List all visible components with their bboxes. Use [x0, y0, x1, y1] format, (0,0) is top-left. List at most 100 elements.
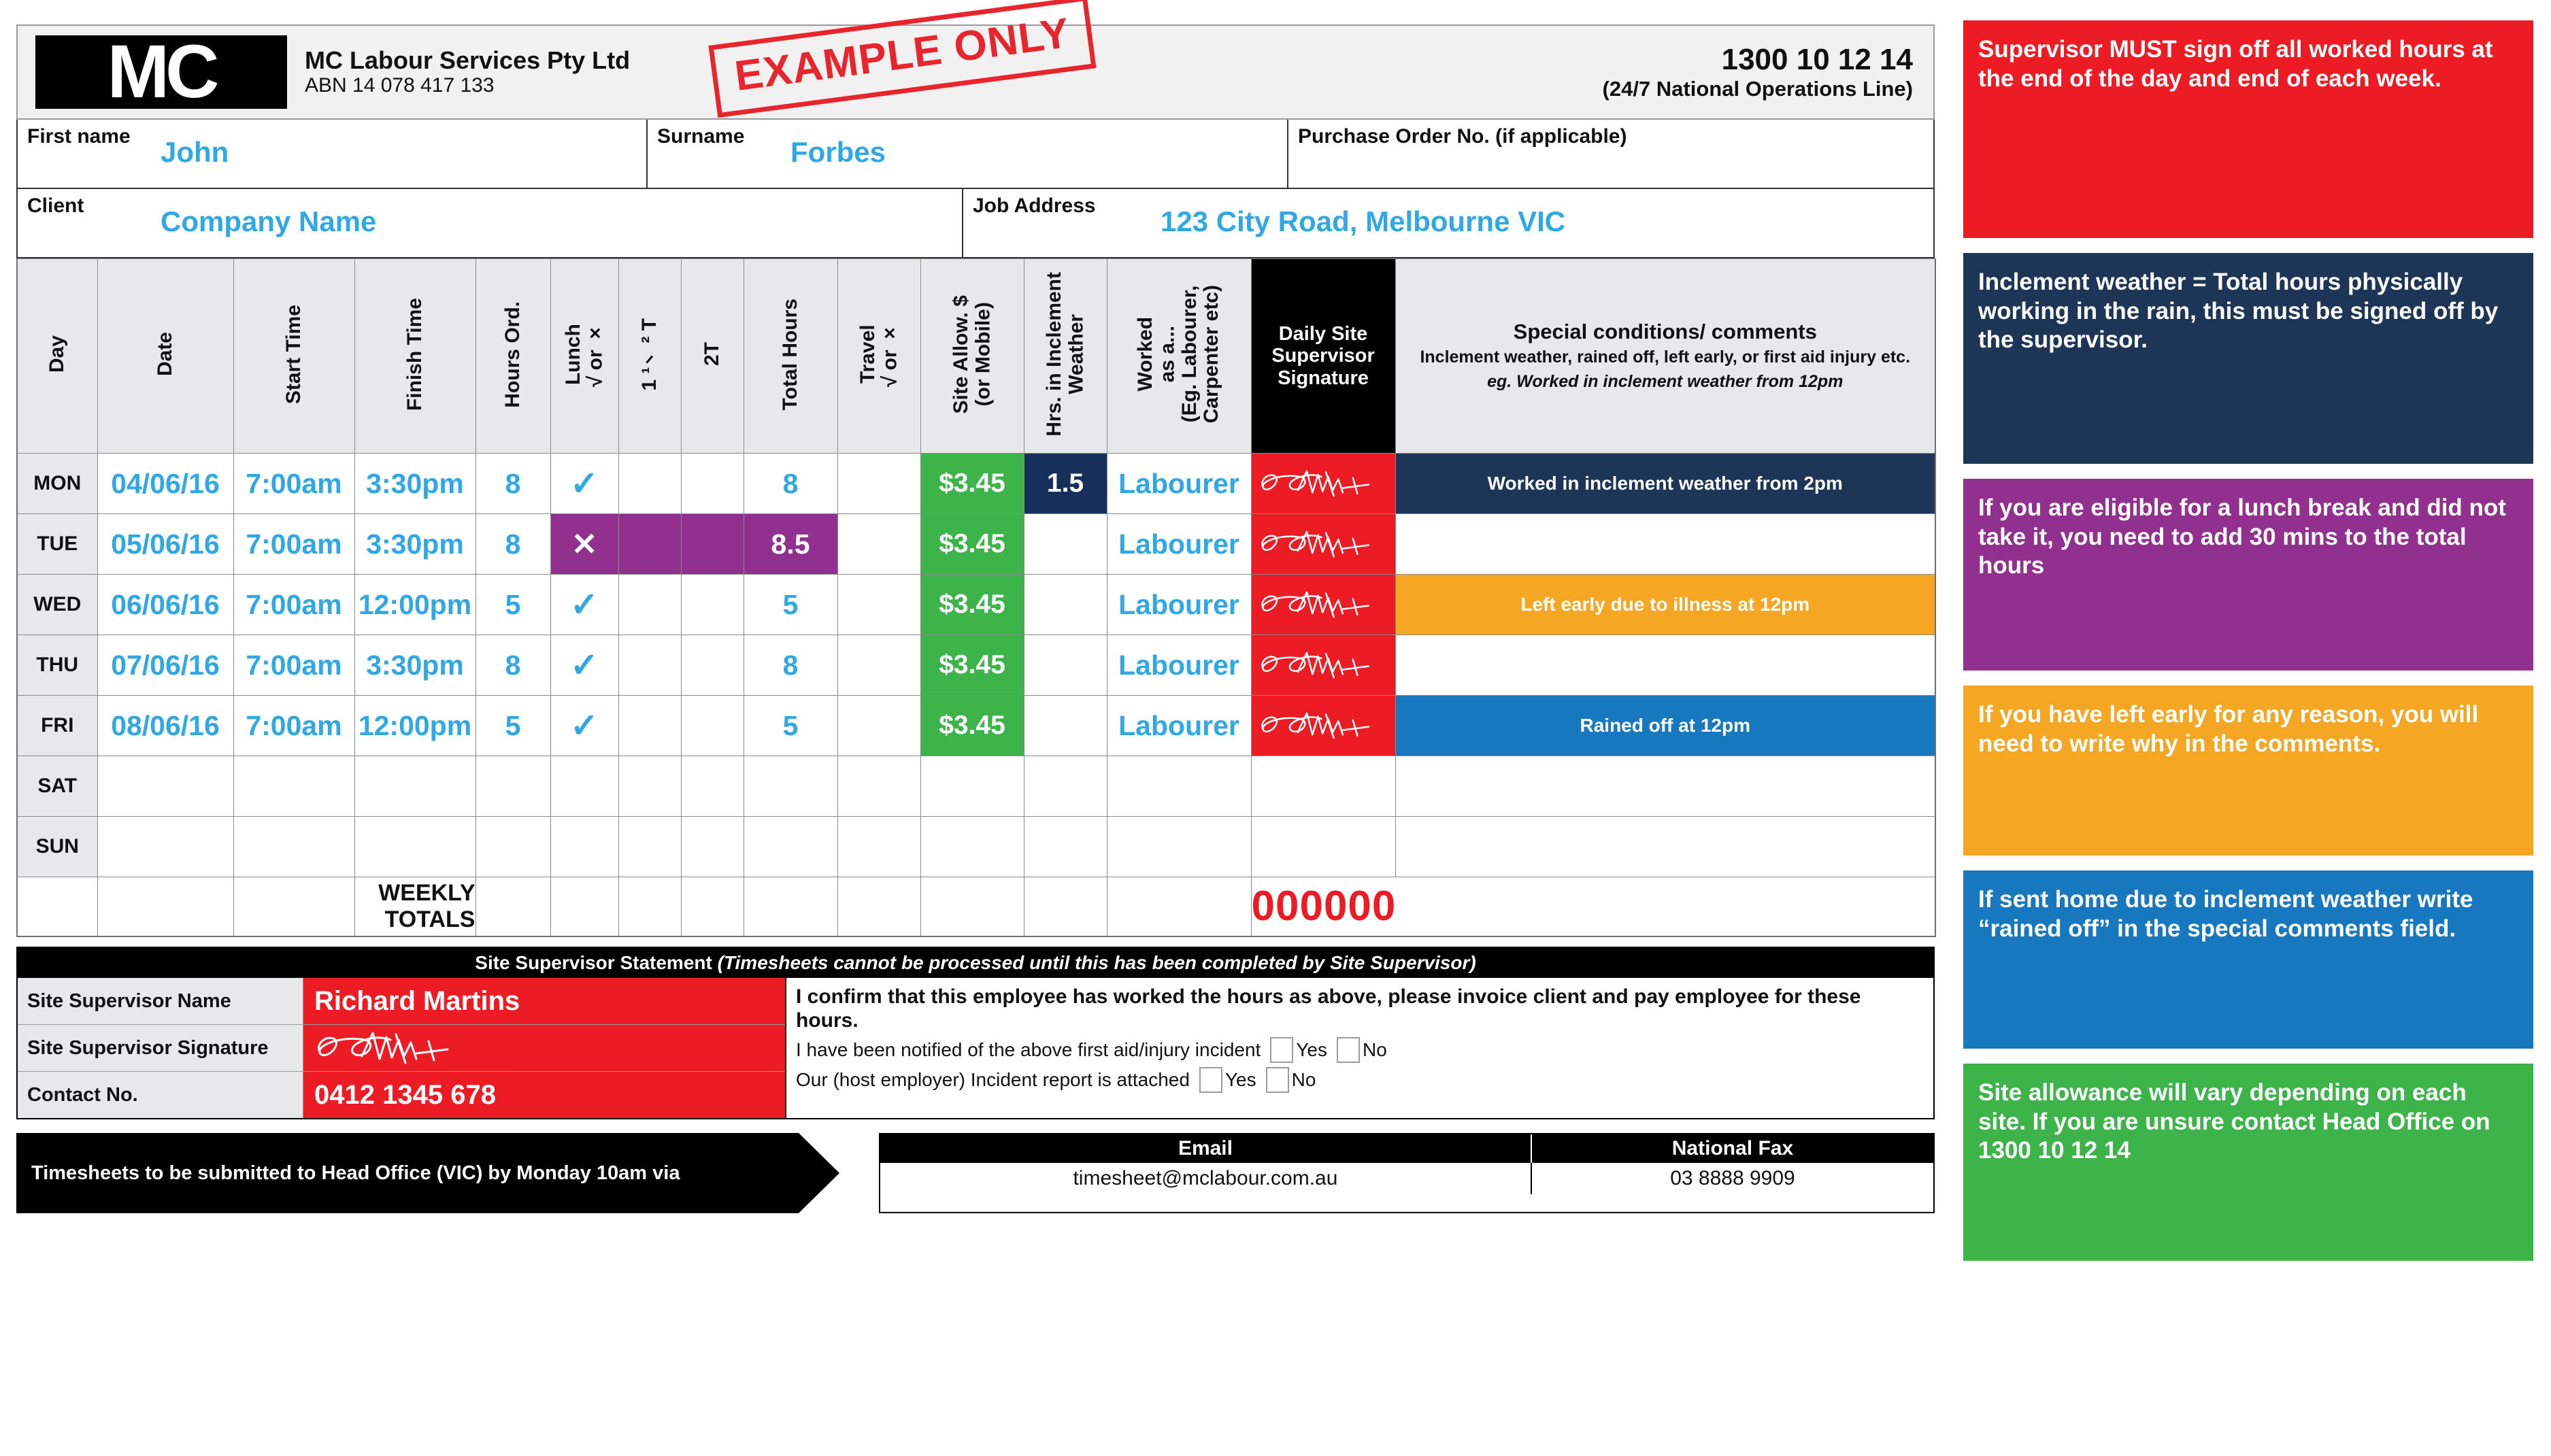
weekly-totals-code-box[interactable]: 000000	[1250, 877, 1936, 936]
table-cell-time-and-half[interactable]	[618, 756, 682, 817]
table-cell-finish-time[interactable]	[354, 816, 476, 877]
table-cell-time-and-half[interactable]	[618, 634, 682, 696]
table-cell-total-hours[interactable]	[743, 756, 838, 817]
table-cell-supervisor-signature[interactable]	[1250, 695, 1396, 756]
table-cell-start-time[interactable]: 7:00am	[233, 453, 355, 514]
table-cell-double-time[interactable]	[680, 574, 744, 635]
table-cell-double-time[interactable]	[680, 816, 744, 877]
table-cell-start-time[interactable]	[233, 816, 355, 877]
table-cell-total-hours[interactable]: 5	[743, 574, 838, 635]
table-cell-site-allowance[interactable]: $3.45	[920, 574, 1024, 635]
table-cell-double-time[interactable]	[680, 695, 744, 756]
supervisor-signature-value[interactable]	[303, 1025, 785, 1071]
table-cell-lunch[interactable]	[550, 756, 619, 817]
table-cell-comment[interactable]: Worked in inclement weather from 2pm	[1395, 453, 1936, 514]
purchase-order-field[interactable]: Purchase Order No. (if applicable)	[1288, 120, 1933, 188]
table-cell-travel[interactable]	[837, 756, 921, 817]
table-cell-date[interactable]	[97, 816, 234, 877]
table-cell-comment[interactable]	[1395, 513, 1936, 575]
table-cell-hours-ord[interactable]: 8	[475, 513, 551, 575]
table-cell-site-allowance[interactable]: $3.45	[920, 453, 1024, 514]
table-cell-travel[interactable]	[837, 634, 921, 696]
table-cell-hours-ord[interactable]	[475, 756, 551, 817]
email-value[interactable]: timesheet@mclabour.com.au	[880, 1163, 1532, 1194]
table-cell-supervisor-signature[interactable]	[1250, 756, 1396, 817]
table-cell-finish-time[interactable]: 12:00pm	[354, 574, 476, 635]
table-cell-time-and-half[interactable]	[618, 695, 682, 756]
table-cell-start-time[interactable]: 7:00am	[233, 634, 355, 696]
incident-report-no-checkbox[interactable]	[1265, 1066, 1289, 1093]
table-cell-total-hours[interactable]: 5	[743, 695, 838, 756]
table-cell-supervisor-signature[interactable]	[1250, 574, 1396, 635]
table-cell-total-hours[interactable]	[743, 816, 838, 877]
table-cell-total-hours[interactable]: 8	[743, 453, 838, 514]
table-cell-time-and-half[interactable]	[618, 816, 682, 877]
table-cell-comment[interactable]: Rained off at 12pm	[1395, 695, 1936, 756]
table-cell-start-time[interactable]: 7:00am	[233, 695, 355, 756]
table-cell-inclement-hours[interactable]	[1023, 816, 1107, 877]
table-cell-hours-ord[interactable]: 5	[475, 695, 551, 756]
table-cell-supervisor-signature[interactable]	[1250, 513, 1396, 575]
table-cell-hours-ord[interactable]: 5	[475, 574, 551, 635]
table-cell-travel[interactable]	[837, 816, 921, 877]
table-cell-date[interactable]: 06/06/16	[97, 574, 234, 635]
table-cell-lunch[interactable]: ✕	[550, 513, 619, 575]
table-cell-inclement-hours[interactable]	[1023, 513, 1107, 575]
table-cell-hours-ord[interactable]: 8	[475, 634, 551, 696]
table-cell-start-time[interactable]: 7:00am	[233, 574, 355, 635]
table-cell-start-time[interactable]	[233, 756, 355, 817]
table-cell-travel[interactable]	[837, 695, 921, 756]
table-cell-comment[interactable]	[1395, 816, 1936, 877]
table-cell-finish-time[interactable]: 3:30pm	[354, 513, 476, 575]
table-cell-total-hours[interactable]: 8.5	[743, 513, 838, 575]
table-cell-supervisor-signature[interactable]	[1250, 453, 1396, 514]
table-cell-inclement-hours[interactable]: 1.5	[1023, 453, 1107, 514]
table-cell-inclement-hours[interactable]	[1023, 574, 1107, 635]
table-cell-time-and-half[interactable]	[618, 453, 682, 514]
table-cell-supervisor-signature[interactable]	[1250, 634, 1396, 696]
table-cell-worked-as[interactable]: Labourer	[1106, 453, 1252, 514]
table-cell-double-time[interactable]	[680, 634, 744, 696]
table-cell-double-time[interactable]	[680, 513, 744, 575]
totals-t2-cell[interactable]	[680, 877, 744, 936]
supervisor-name-value[interactable]: Richard Martins	[303, 978, 785, 1024]
table-cell-site-allowance[interactable]: $3.45	[920, 634, 1024, 696]
table-cell-start-time[interactable]: 7:00am	[233, 513, 355, 575]
table-cell-date[interactable]: 07/06/16	[97, 634, 234, 696]
table-cell-date[interactable]	[97, 756, 234, 817]
table-cell-lunch[interactable]	[550, 816, 619, 877]
totals-site-allow-cell[interactable]	[920, 877, 1024, 936]
table-cell-travel[interactable]	[837, 513, 921, 575]
table-cell-total-hours[interactable]: 8	[743, 634, 838, 696]
table-cell-date[interactable]: 04/06/16	[97, 453, 234, 514]
table-cell-lunch[interactable]: ✓	[550, 634, 619, 696]
table-cell-inclement-hours[interactable]	[1023, 756, 1107, 817]
table-cell-comment[interactable]	[1395, 756, 1936, 817]
table-cell-site-allowance[interactable]	[920, 756, 1024, 817]
client-field[interactable]: Client Company Name	[18, 189, 963, 257]
table-cell-lunch[interactable]: ✓	[550, 574, 619, 635]
table-cell-finish-time[interactable]	[354, 756, 476, 817]
table-cell-comment[interactable]: Left early due to illness at 12pm	[1395, 574, 1936, 635]
first-name-field[interactable]: First name John	[18, 120, 648, 188]
table-cell-worked-as[interactable]: Labourer	[1106, 513, 1252, 575]
table-cell-site-allowance[interactable]	[920, 816, 1024, 877]
table-cell-inclement-hours[interactable]	[1023, 634, 1107, 696]
table-cell-lunch[interactable]: ✓	[550, 695, 619, 756]
table-cell-site-allowance[interactable]: $3.45	[920, 695, 1024, 756]
table-cell-double-time[interactable]	[680, 756, 744, 817]
table-cell-finish-time[interactable]: 12:00pm	[354, 695, 476, 756]
table-cell-double-time[interactable]	[680, 453, 744, 514]
table-cell-date[interactable]: 08/06/16	[97, 695, 234, 756]
incident-report-yes-checkbox[interactable]	[1199, 1066, 1222, 1093]
totals-hours-ord-cell[interactable]	[475, 877, 551, 936]
table-cell-worked-as[interactable]: Labourer	[1106, 695, 1252, 756]
table-cell-comment[interactable]	[1395, 634, 1936, 696]
supervisor-contact-value[interactable]: 0412 1345 678	[303, 1072, 785, 1118]
table-cell-finish-time[interactable]: 3:30pm	[354, 453, 476, 514]
table-cell-time-and-half[interactable]	[618, 574, 682, 635]
totals-lunch-cell[interactable]	[550, 877, 619, 936]
table-cell-travel[interactable]	[837, 453, 921, 514]
table-cell-travel[interactable]	[837, 574, 921, 635]
table-cell-date[interactable]: 05/06/16	[97, 513, 234, 575]
